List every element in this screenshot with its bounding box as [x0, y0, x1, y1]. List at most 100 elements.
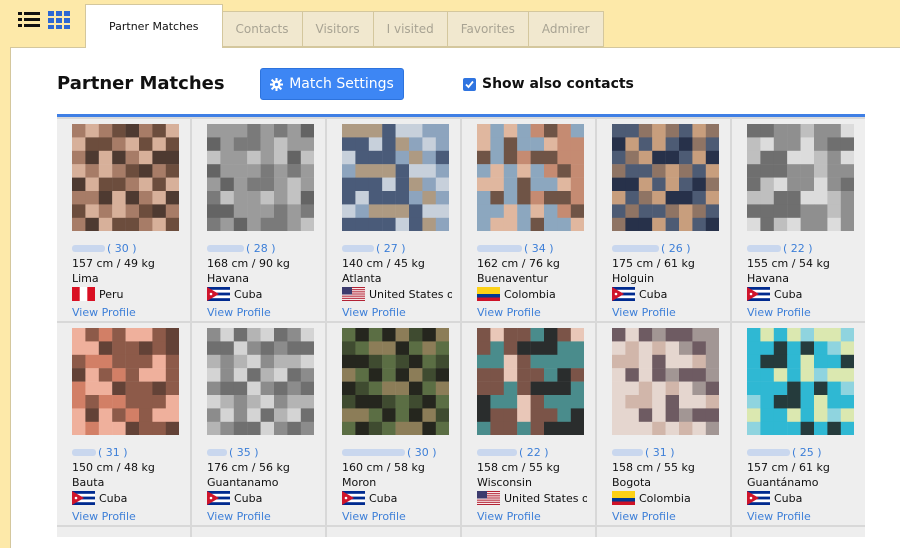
profile-photo[interactable]: [72, 124, 179, 231]
blurred-name: [207, 245, 244, 252]
profile-city: Havana: [747, 272, 789, 285]
profile-photo[interactable]: [747, 328, 854, 435]
profile-country-label: Cuba: [369, 491, 398, 505]
profile-photo[interactable]: [72, 328, 179, 435]
profile-photo[interactable]: [612, 328, 719, 435]
match-settings-button[interactable]: Match Settings: [260, 68, 404, 100]
profile-name-age[interactable]: ( 30 ): [72, 242, 137, 255]
profile-card-partial[interactable]: [597, 527, 730, 537]
usa-flag-icon: [342, 287, 365, 301]
blurred-name: [72, 245, 105, 252]
profile-height-weight: 157 cm / 61 kg: [747, 461, 830, 474]
view-profile-link[interactable]: View Profile: [72, 510, 136, 523]
profile-photo[interactable]: [747, 124, 854, 231]
profile-card[interactable]: ( 22 ) 158 cm / 55 kg Wisconsin United Stat…: [462, 323, 595, 525]
profile-country-label: Cuba: [639, 287, 668, 301]
profile-photo[interactable]: [612, 124, 719, 231]
tab-admirer[interactable]: Admirer: [528, 11, 604, 47]
view-profile-link[interactable]: View Profile: [747, 510, 811, 523]
profile-photo[interactable]: [477, 124, 584, 231]
view-profile-link[interactable]: View Profile: [72, 306, 136, 319]
profile-country: Cuba: [747, 287, 857, 301]
check-icon: [465, 80, 474, 88]
profile-name-age[interactable]: ( 27 ): [342, 242, 406, 255]
profile-photo[interactable]: [207, 124, 314, 231]
profile-country-label: Cuba: [234, 491, 263, 505]
profile-card-partial[interactable]: [192, 527, 325, 537]
view-profile-link[interactable]: View Profile: [207, 306, 271, 319]
tab-favorites[interactable]: Favorites: [447, 11, 529, 47]
profile-height-weight: 160 cm / 58 kg: [342, 461, 425, 474]
cuba-flag-icon: [207, 491, 230, 505]
cuba-flag-icon: [72, 491, 95, 505]
profile-country-label: Peru: [99, 287, 124, 301]
profile-card-partial[interactable]: [327, 527, 460, 537]
blurred-name: [72, 449, 96, 456]
profile-country: Cuba: [72, 491, 182, 505]
profile-country: Colombia: [612, 491, 722, 505]
list-view-icon[interactable]: [18, 11, 40, 29]
profile-card[interactable]: ( 28 ) 168 cm / 90 kg Havana Cuba View Profi…: [192, 119, 325, 321]
profile-grid: ( 30 ) 157 cm / 49 kg Lima Peru View Profile…: [57, 117, 865, 537]
profile-name-age[interactable]: ( 28 ): [207, 242, 276, 255]
view-profile-link[interactable]: View Profile: [342, 306, 406, 319]
profile-age: ( 35 ): [229, 446, 259, 459]
view-profile-link[interactable]: View Profile: [747, 306, 811, 319]
blurred-name: [747, 449, 790, 456]
profile-age: ( 30 ): [107, 242, 137, 255]
show-contacts-toggle[interactable]: Show also contacts: [463, 76, 634, 92]
view-profile-link[interactable]: View Profile: [477, 510, 541, 523]
profile-height-weight: 150 cm / 48 kg: [72, 461, 155, 474]
profile-name-age[interactable]: ( 35 ): [207, 446, 259, 459]
profile-photo[interactable]: [477, 328, 584, 435]
profile-card[interactable]: ( 22 ) 155 cm / 54 kg Havana Cuba View Profi…: [732, 119, 865, 321]
profile-country-label: Colombia: [639, 491, 691, 505]
view-profile-link[interactable]: View Profile: [207, 510, 271, 523]
profile-city: Havana: [207, 272, 249, 285]
tab-visitors[interactable]: Visitors: [302, 11, 374, 47]
view-toggle: [18, 11, 70, 29]
profile-card[interactable]: ( 35 ) 176 cm / 56 kg Guantanamo Cuba View P…: [192, 323, 325, 525]
view-profile-link[interactable]: View Profile: [477, 306, 541, 319]
tab-i-visited[interactable]: I visited: [373, 11, 448, 47]
profile-name-age[interactable]: ( 26 ): [612, 242, 691, 255]
profile-city: Bogota: [612, 476, 652, 489]
cuba-flag-icon: [747, 491, 770, 505]
profile-name-age[interactable]: ( 22 ): [747, 242, 813, 255]
profile-card[interactable]: ( 34 ) 162 cm / 76 kg Buenaventur Colombia V…: [462, 119, 595, 321]
profile-name-age[interactable]: ( 34 ): [477, 242, 554, 255]
gear-icon: [270, 77, 284, 91]
profile-card[interactable]: ( 27 ) 140 cm / 45 kg Atlanta United States…: [327, 119, 460, 321]
profile-name-age[interactable]: ( 30 ): [342, 446, 437, 459]
profile-photo[interactable]: [207, 328, 314, 435]
cuba-flag-icon: [342, 491, 365, 505]
profile-card[interactable]: ( 30 ) 160 cm / 58 kg Moron Cuba View Profil…: [327, 323, 460, 525]
profile-card[interactable]: ( 30 ) 157 cm / 49 kg Lima Peru View Profile: [57, 119, 190, 321]
profile-name-age[interactable]: ( 25 ): [747, 446, 822, 459]
profile-name-age[interactable]: ( 31 ): [72, 446, 128, 459]
profile-card-partial[interactable]: [57, 527, 190, 537]
profile-card-partial[interactable]: [462, 527, 595, 537]
profile-photo[interactable]: [342, 124, 449, 231]
profile-card-partial[interactable]: [732, 527, 865, 537]
tab-contacts[interactable]: Contacts: [222, 11, 303, 47]
profile-card[interactable]: ( 31 ) 150 cm / 48 kg Bauta Cuba View Profil…: [57, 323, 190, 525]
tab-partner-matches[interactable]: Partner Matches: [85, 4, 223, 48]
view-profile-link[interactable]: View Profile: [612, 510, 676, 523]
profile-card[interactable]: ( 25 ) 157 cm / 61 kg Guantánamo Cuba View P…: [732, 323, 865, 525]
profile-age: ( 27 ): [376, 242, 406, 255]
grid-view-icon[interactable]: [48, 11, 70, 29]
profile-photo[interactable]: [342, 328, 449, 435]
profile-height-weight: 158 cm / 55 kg: [477, 461, 560, 474]
profile-name-age[interactable]: ( 22 ): [477, 446, 549, 459]
profile-card[interactable]: ( 31 ) 158 cm / 55 kg Bogota Colombia View P…: [597, 323, 730, 525]
show-contacts-checkbox[interactable]: [463, 77, 476, 91]
profile-height-weight: 162 cm / 76 kg: [477, 257, 560, 270]
profile-card[interactable]: ( 26 ) 175 cm / 61 kg Holguin Cuba View Prof…: [597, 119, 730, 321]
profile-city: Holguin: [612, 272, 655, 285]
view-profile-link[interactable]: View Profile: [342, 510, 406, 523]
view-profile-link[interactable]: View Profile: [612, 306, 676, 319]
profile-name-age[interactable]: ( 31 ): [612, 446, 675, 459]
top-navigation: Partner Matches Contacts Visitors I visi…: [0, 0, 900, 48]
blurred-name: [612, 245, 659, 252]
